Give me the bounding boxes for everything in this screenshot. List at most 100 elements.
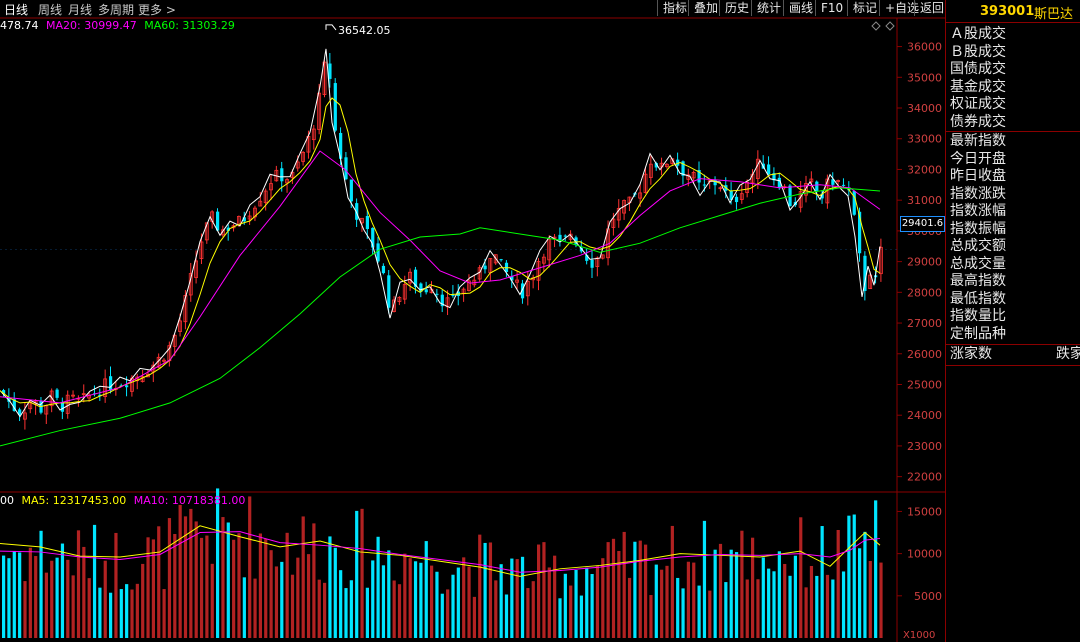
volume-bar bbox=[751, 537, 755, 638]
ma5-line bbox=[0, 48, 881, 418]
volume-bar bbox=[258, 533, 262, 638]
ma10-line bbox=[0, 97, 881, 408]
index-stat-item-10: 指数量比 bbox=[950, 308, 1006, 324]
candle-down bbox=[60, 402, 65, 412]
candle-down bbox=[734, 196, 739, 203]
chart-grid bbox=[0, 17, 945, 642]
volume-bar bbox=[579, 595, 583, 638]
tab-multi-period[interactable]: 多周期 bbox=[98, 1, 134, 18]
volume-bar bbox=[419, 562, 423, 638]
price-tick-label: 28000 bbox=[907, 286, 942, 299]
volume-bar bbox=[644, 544, 648, 638]
volume-bar bbox=[12, 551, 16, 638]
volume-bar bbox=[660, 569, 664, 638]
volume-bar bbox=[130, 589, 134, 638]
tab-weekly[interactable]: 周线 bbox=[38, 1, 62, 18]
price-tick-label: 34000 bbox=[907, 102, 942, 115]
trade-volume-item-1: Ｂ股成交 bbox=[950, 43, 1006, 60]
volume-bar bbox=[515, 559, 519, 638]
peak-annotation: 36542.05 bbox=[325, 24, 391, 37]
tab-monthly[interactable]: 月线 bbox=[68, 1, 92, 18]
volume-bar bbox=[323, 582, 327, 638]
price-tick-label: 26000 bbox=[907, 348, 942, 361]
ma5-value: 478.74 bbox=[0, 19, 39, 32]
volume-bar bbox=[681, 588, 685, 638]
volume-bar bbox=[702, 520, 707, 638]
volume-bar bbox=[333, 547, 337, 638]
volume-bar bbox=[92, 524, 97, 638]
divider bbox=[946, 365, 1080, 366]
volume-axis: 5000 10000 15000 X1000 bbox=[897, 505, 942, 641]
volume-bar bbox=[777, 551, 781, 638]
volume-bar bbox=[387, 550, 391, 638]
volume-bar bbox=[290, 574, 295, 638]
volume-bar bbox=[413, 561, 418, 638]
candle-down bbox=[349, 179, 353, 202]
volume-bar bbox=[205, 535, 209, 638]
index-stat-item-9: 最低指数 bbox=[950, 290, 1006, 307]
volume-bar bbox=[446, 589, 450, 638]
volume-bar bbox=[226, 522, 230, 638]
volume-bar bbox=[232, 539, 236, 638]
history-button[interactable]: 历史 bbox=[719, 0, 754, 16]
vol-value: 00 bbox=[0, 494, 14, 507]
volume-bar bbox=[815, 575, 819, 638]
f10-button[interactable]: F10 bbox=[815, 0, 848, 16]
volume-bar bbox=[355, 510, 359, 638]
volume-bar bbox=[424, 541, 428, 638]
candle-down bbox=[702, 184, 707, 186]
volume-bar bbox=[734, 552, 739, 638]
volume-bar bbox=[296, 557, 300, 638]
draw-line-button[interactable]: 画线 bbox=[783, 0, 818, 16]
index-stat-item-3: 指数涨跌 bbox=[950, 185, 1006, 202]
ma20-value: MA20: 30999.47 bbox=[46, 19, 137, 32]
indicator-button[interactable]: 指标 bbox=[657, 0, 692, 16]
index-stat-item-4: 指数涨幅 bbox=[950, 203, 1006, 219]
volume-bar bbox=[595, 565, 600, 638]
candle-down bbox=[376, 243, 380, 262]
volume-bar bbox=[146, 537, 150, 638]
volume-bar bbox=[7, 558, 11, 638]
kline-chart[interactable]: 22000 23000 24000 25000 26000 27000 28000 29000… bbox=[0, 0, 945, 642]
volume-bar bbox=[590, 574, 594, 638]
volume-bar bbox=[783, 563, 787, 638]
statistics-button[interactable]: 统计 bbox=[751, 0, 786, 16]
quote-sidebar: 393001 斯巴达 Ａ股成交 Ｂ股成交 国债成交 基金成交 权证成交 债券成交 最新指数… bbox=[945, 0, 1080, 642]
volume-bar bbox=[167, 518, 172, 638]
volume-bar bbox=[585, 567, 589, 638]
volume-bar bbox=[71, 575, 75, 638]
vol-ma5-line bbox=[0, 525, 881, 577]
volume-bar bbox=[173, 533, 177, 638]
tab-daily[interactable]: 日线 bbox=[4, 1, 28, 18]
volume-bar bbox=[28, 547, 32, 638]
volume-bar bbox=[269, 550, 273, 638]
volume-bar bbox=[76, 530, 81, 638]
volume-ma-lines bbox=[0, 525, 881, 577]
volume-bar bbox=[23, 581, 27, 638]
peak-marker bbox=[325, 24, 337, 31]
volume-bar bbox=[430, 565, 434, 638]
volume-bar bbox=[825, 574, 830, 638]
volume-bar bbox=[242, 577, 246, 638]
volume-bars bbox=[2, 488, 883, 638]
overlay-button[interactable]: 叠加 bbox=[688, 0, 723, 16]
volume-bar bbox=[82, 546, 86, 638]
tab-more[interactable]: 更多 > bbox=[138, 1, 176, 18]
vol-ma10-value: MA10: 10718381.00 bbox=[133, 494, 246, 507]
candle-down bbox=[590, 259, 594, 268]
volume-tick-label: 5000 bbox=[914, 590, 942, 603]
trade-volume-item-2: 国债成交 bbox=[950, 61, 1006, 77]
price-axis: 22000 23000 24000 25000 26000 27000 28000 29000… bbox=[897, 41, 942, 484]
mark-button[interactable]: 标记 bbox=[847, 0, 882, 16]
volume-bar bbox=[392, 580, 396, 638]
candle-down bbox=[381, 265, 386, 274]
volume-bar bbox=[553, 555, 557, 638]
volume-bar bbox=[767, 568, 771, 638]
peak-label: 36542.05 bbox=[338, 24, 391, 37]
vol-ma10-line bbox=[0, 531, 881, 573]
index-stat-item-1: 今日开盘 bbox=[950, 150, 1006, 167]
volume-bar bbox=[665, 565, 669, 638]
volume-bar bbox=[456, 567, 460, 638]
back-button[interactable]: 返回 bbox=[914, 0, 949, 16]
volume-bar bbox=[194, 521, 198, 638]
